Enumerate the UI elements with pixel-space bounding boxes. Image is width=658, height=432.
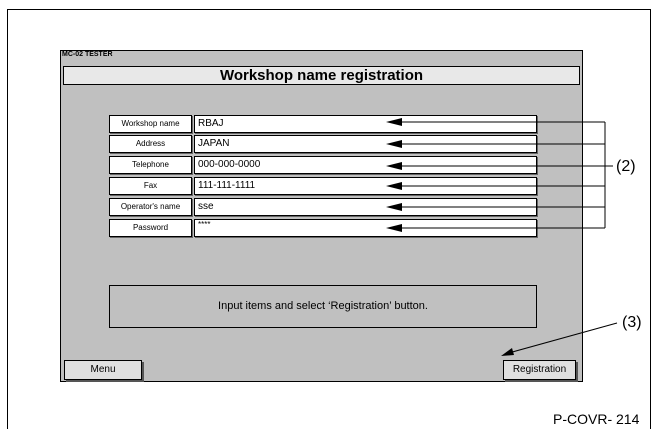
workshop-name-label: Workshop name [109,115,192,133]
address-label: Address [109,135,192,153]
form-row-address: Address JAPAN [109,135,537,153]
fax-label: Fax [109,177,192,195]
telephone-input[interactable]: 000-000-0000 [194,156,537,174]
workshop-name-input[interactable]: RBAJ [194,115,537,133]
operator-name-label: Operator's name [109,198,192,216]
tester-window [60,50,583,382]
form-row-workshop-name: Workshop name RBAJ [109,115,537,133]
registration-button[interactable]: Registration [503,360,576,380]
form-row-telephone: Telephone 000-000-0000 [109,156,537,174]
address-input[interactable]: JAPAN [194,135,537,153]
callout-3: (3) [622,314,642,331]
telephone-label: Telephone [109,156,192,174]
form-row-fax: Fax 111-111-1111 [109,177,537,195]
app-label: MC-02 TESTER [62,51,113,58]
page-code: P-COVR- 214 [553,411,640,427]
message-box: Input items and select ‘Registration’ bu… [109,285,537,328]
fax-input[interactable]: 111-111-1111 [194,177,537,195]
password-input[interactable]: **** [194,219,537,237]
form-row-operator-name: Operator's name sse [109,198,537,216]
window-title: Workshop name registration [63,66,580,85]
operator-name-input[interactable]: sse [194,198,537,216]
menu-button[interactable]: Menu [64,360,142,380]
form-row-password: Password **** [109,219,537,237]
password-label: Password [109,219,192,237]
callout-2: (2) [616,158,636,175]
